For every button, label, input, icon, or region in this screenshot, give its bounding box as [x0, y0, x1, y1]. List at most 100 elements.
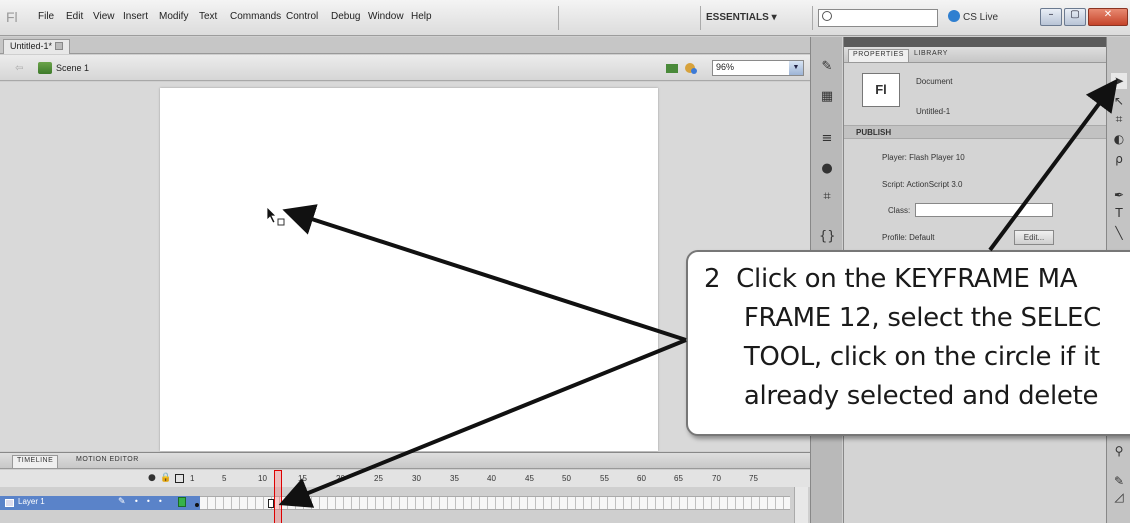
frame-number: 40 — [487, 474, 496, 483]
cs-live-button[interactable]: CS Live — [948, 10, 998, 23]
free-transform-tool-icon[interactable]: ⌗ — [1111, 111, 1127, 127]
color-panel-icon[interactable]: ✎ — [819, 59, 835, 75]
properties-tab-strip: PROPERTIES LIBRARY — [844, 47, 1107, 63]
instruction-text: 2 Click on the KEYFRAME MA FRAME 12, sel… — [704, 264, 1101, 411]
cs-live-label: CS Live — [963, 12, 999, 23]
lasso-tool-icon[interactable]: ρ — [1111, 151, 1127, 167]
frame-number: 30 — [412, 474, 421, 483]
menu-help[interactable]: Help — [411, 11, 432, 22]
zoom-tool-icon[interactable]: ⚲ — [1111, 443, 1127, 459]
outline-icon[interactable] — [175, 474, 184, 483]
menu-edit[interactable]: Edit — [66, 11, 83, 22]
frame-number: 55 — [600, 474, 609, 483]
tab-properties[interactable]: PROPERTIES — [848, 49, 909, 62]
edit-symbol-icons[interactable] — [664, 60, 704, 76]
menu-commands[interactable]: Commands — [230, 11, 281, 22]
timeline-header: ● 🔒 1 5 10 15 20 25 30 35 40 45 50 55 60… — [0, 470, 810, 487]
zoom-select[interactable]: 96% ▼ — [712, 60, 804, 76]
cs-live-icon — [948, 10, 960, 22]
eye-icon[interactable]: ● — [148, 473, 156, 483]
menu-view[interactable]: View — [93, 11, 115, 22]
close-button[interactable]: ✕ — [1088, 8, 1128, 26]
publish-section-header[interactable]: PUBLISH — [844, 125, 1107, 139]
panel-title-bar — [844, 37, 1107, 47]
document-tab-strip: Untitled-1* — [0, 37, 810, 54]
timeline-scrollbar[interactable] — [794, 487, 808, 523]
frames-row[interactable] — [200, 496, 790, 510]
class-label: Class: — [888, 206, 911, 215]
subselection-tool-icon[interactable]: ↖ — [1111, 93, 1127, 109]
edit-scene-icon — [666, 64, 678, 73]
tab-motion-editor[interactable]: MOTION EDITOR — [72, 455, 143, 468]
frame-number: 65 — [674, 474, 683, 483]
layer-color-swatch[interactable] — [178, 497, 186, 507]
layer-row[interactable]: Layer 1 ✎ • • • — [0, 496, 200, 510]
class-field[interactable] — [915, 203, 1053, 217]
maximize-button[interactable]: ▢ — [1064, 8, 1086, 26]
frame-number: 15 — [298, 474, 307, 483]
menu-modify[interactable]: Modify — [159, 11, 188, 22]
document-type-label: Document — [916, 77, 953, 86]
pencil-icon[interactable]: ✎ — [118, 497, 126, 507]
pen-tool-icon[interactable]: ✒ — [1111, 187, 1127, 203]
menu-bar: Fl File Edit View Insert Modify Text Com… — [0, 0, 1130, 36]
minimize-button[interactable]: – — [1040, 8, 1062, 26]
search-input[interactable] — [818, 9, 938, 27]
player-info: Player: Flash Player 10 — [882, 153, 965, 162]
align-panel-icon[interactable]: ≡ — [819, 131, 835, 147]
frame-number: 20 — [336, 474, 345, 483]
3d-rotation-tool-icon[interactable]: ◐ — [1111, 131, 1127, 147]
visibility-dot-icon[interactable]: • — [134, 497, 139, 506]
frame-number: 50 — [562, 474, 571, 483]
frame-number: 70 — [712, 474, 721, 483]
profile-info: Profile: Default — [882, 233, 935, 242]
info-panel-icon[interactable]: ● — [819, 161, 835, 177]
menu-separator — [812, 6, 813, 30]
search-icon — [822, 11, 832, 21]
tab-library[interactable]: LIBRARY — [910, 49, 952, 62]
chevron-down-icon[interactable]: ▼ — [789, 61, 803, 75]
stroke-color-icon[interactable]: ✎ — [1111, 473, 1127, 489]
workspace-switcher[interactable]: ESSENTIALS ▾ — [706, 9, 777, 27]
layer-name[interactable]: Layer 1 — [18, 497, 45, 506]
selection-tool-icon[interactable]: ➤ — [1111, 73, 1127, 89]
scene-icon — [38, 62, 52, 74]
stage[interactable] — [160, 88, 658, 451]
menu-insert[interactable]: Insert — [123, 11, 148, 22]
keyframe-1[interactable] — [195, 503, 199, 507]
menu-control[interactable]: Control — [286, 11, 318, 22]
script-info: Script: ActionScript 3.0 — [882, 180, 963, 189]
timeline-panel: TIMELINE MOTION EDITOR ● 🔒 1 5 10 15 20 … — [0, 452, 810, 523]
document-icon: Fl — [862, 73, 900, 107]
menu-separator — [700, 6, 701, 30]
zoom-value: 96% — [716, 62, 735, 72]
frame-number: 5 — [222, 474, 227, 483]
selection-cursor-icon — [266, 206, 285, 226]
lock-icon[interactable]: 🔒 — [160, 473, 171, 483]
outline-dot-icon[interactable]: • — [158, 497, 163, 506]
scene-label[interactable]: Scene 1 — [56, 63, 89, 73]
playhead[interactable] — [274, 470, 282, 523]
close-icon[interactable] — [55, 42, 64, 50]
edit-profile-button[interactable]: Edit... — [1014, 230, 1054, 245]
menu-text[interactable]: Text — [199, 11, 217, 22]
transform-panel-icon[interactable]: ⌗ — [819, 189, 835, 205]
document-tab[interactable]: Untitled-1* — [3, 39, 71, 54]
swatches-panel-icon[interactable]: ▦ — [819, 89, 835, 105]
edit-bar: ⇦ Scene 1 96% ▼ — [0, 55, 810, 81]
frame-number: 1 — [190, 474, 195, 483]
document-tab-label: Untitled-1* — [10, 41, 53, 51]
layer-icon — [5, 499, 14, 507]
back-arrow-icon[interactable]: ⇦ — [15, 63, 23, 74]
lock-dot-icon[interactable]: • — [146, 497, 151, 506]
code-snippets-icon[interactable]: {} — [819, 229, 836, 245]
tab-timeline[interactable]: TIMELINE — [12, 455, 59, 468]
fill-color-icon[interactable]: ◿ — [1111, 489, 1127, 505]
menu-debug[interactable]: Debug — [331, 11, 360, 22]
line-tool-icon[interactable]: ╲ — [1111, 225, 1127, 241]
menu-window[interactable]: Window — [368, 11, 404, 22]
frame-number: 10 — [258, 474, 267, 483]
text-tool-icon[interactable]: T — [1111, 205, 1127, 221]
menu-file[interactable]: File — [38, 11, 54, 22]
menu-separator — [558, 6, 559, 30]
